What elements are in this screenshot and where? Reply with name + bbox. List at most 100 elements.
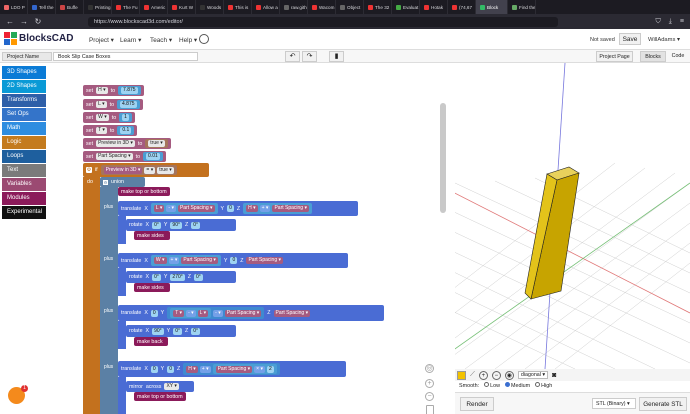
cond-val[interactable]: true ▾ [157,166,174,174]
browser-tab[interactable]: Printing [84,0,112,14]
variable-dropdown[interactable]: W ▾ [96,114,109,121]
toolbox-category[interactable]: Variables [2,178,46,191]
expr-w-plus[interactable]: W ▾ + ▾ Part Spacing ▾ [150,255,221,266]
menu-help[interactable]: Help ▾ [179,36,197,44]
browser-tab[interactable]: Find the [508,0,536,14]
browser-tab[interactable]: Buffe [56,0,84,14]
toolbox-category[interactable]: Loops [2,150,46,163]
translate-block-3[interactable]: translate X0 Y T ▾ - ▾ L ▾ - ▾ Part Spac… [118,305,384,321]
toolbox-category[interactable]: Math [2,122,46,135]
expr-h-ps-times[interactable]: H ▾ + ▾ Part Spacing ▾ × ▾ 2 [183,363,280,375]
color-swatch[interactable] [457,370,466,380]
trash-icon[interactable] [426,405,434,414]
set-variable-block[interactable]: set H ▾ to 7.875 [83,85,144,96]
project-name-input[interactable]: Book Slip Case Boxes [53,52,198,61]
zoom-out-viewer-button[interactable]: − [491,370,501,380]
menu-teach[interactable]: Teach ▾ [150,36,172,44]
translate-block-4[interactable]: translate X0 Y0 Z H ▾ + ▾ Part Spacing ▾… [118,361,346,377]
downloads-icon[interactable]: ⤓ [669,18,672,26]
browser-tab[interactable]: The 32 [364,0,392,14]
language-globe-icon[interactable] [199,34,209,44]
forward-button[interactable]: → [20,17,28,26]
menu-icon[interactable]: ≡ [680,18,684,26]
browser-tab[interactable]: (74,67 [448,0,476,14]
save-button[interactable]: Save [619,33,641,45]
set-variable-block[interactable]: set L ▾ to 4.875 [83,99,143,110]
browser-tab[interactable]: Kurt W [168,0,196,14]
expr-t-l-minus[interactable]: T ▾ - ▾ L ▾ - ▾ Part Spacing ▾ [167,307,265,319]
set-variable-block[interactable]: set T ▾ to 0.1 [83,125,138,136]
variable-dropdown[interactable]: L ▾ [96,101,107,108]
3d-viewer[interactable] [455,63,690,369]
make-top-call[interactable]: make top or bottom [118,187,170,196]
redo-button[interactable]: ↷ [302,51,317,62]
workspace-scrollbar[interactable] [440,103,446,213]
browser-tab[interactable]: This is [224,0,252,14]
cond-var[interactable]: Preview in 3D ▾ [103,166,143,174]
toolbox-category[interactable]: Text [2,164,46,177]
smooth-medium[interactable]: Medium [504,382,530,389]
translate-block-2[interactable]: translate X W ▾ + ▾ Part Spacing ▾ Y 0 Z… [118,253,348,268]
project-page-button[interactable]: Project Page [596,51,633,62]
zoom-in-button[interactable]: + [425,379,434,388]
toolbox-category[interactable]: Logic [2,136,46,149]
zoom-out-button[interactable]: − [425,392,434,401]
number-block[interactable]: 7.875 [118,86,141,95]
tab-code[interactable]: Code [668,51,688,62]
if-block[interactable]: ⚙ if Preview in 3D ▾ = ▾ true ▾ [83,163,209,177]
browser-tab[interactable]: Hotak [420,0,448,14]
browser-tab[interactable]: Allow a [252,0,280,14]
number-block[interactable]: 0.1 [117,126,135,135]
zoom-in-viewer-button[interactable]: + [478,370,488,380]
rotate-block-2[interactable]: rotate X 0° Y 270° Z 0° [126,271,236,283]
user-menu[interactable]: WillAdams ▾ [648,37,680,43]
bool-block[interactable]: true ▾ [145,139,168,148]
union-block[interactable]: ⚙ union [100,177,145,187]
toolbox-category[interactable]: Set Ops [2,108,46,121]
variable-dropdown[interactable]: Part Spacing ▾ [96,153,133,160]
translate-block-1[interactable]: translate X L ▾ - ▾ Part Spacing ▾ Y 0 Z… [118,201,358,216]
gear-icon[interactable]: ⚙ [86,167,92,173]
toolbox-category[interactable]: Modules [2,192,46,205]
number-block[interactable]: 4.875 [117,100,140,109]
shield-icon[interactable]: ⛉ [656,18,661,26]
make-sides-call-2[interactable]: make sides [134,283,170,292]
number-block[interactable]: 1 [119,113,132,122]
gear-icon[interactable]: ⚙ [103,179,108,185]
make-sides-call-1[interactable]: make sides [134,231,170,240]
browser-tab[interactable]: LDO P [0,0,28,14]
make-back-call[interactable]: make back [134,337,168,346]
address-bar[interactable]: https://www.blockscad3d.com/editor/ [88,16,558,27]
expr-h-plus[interactable]: H ▾ + ▾ Part Spacing ▾ [243,203,312,214]
reset-view-button[interactable]: ◉ [504,370,514,380]
rotate-block-1[interactable]: rotate X 0° Y 90° Z 0° [126,219,236,231]
browser-tab[interactable]: Woods [196,0,224,14]
camera-icon[interactable]: ◙ [552,372,556,379]
make-top-call-2[interactable]: make top or bottom [134,392,186,401]
toolbox-category[interactable]: 3D Shapes [2,66,46,79]
expr-minus[interactable]: L ▾ - ▾ Part Spacing ▾ [150,203,218,214]
cond-op[interactable]: = ▾ [144,166,156,174]
toolbox-category[interactable]: Transforms [2,94,46,107]
undo-button[interactable]: ↶ [285,51,300,62]
mirror-block[interactable]: mirror across XY ▾ [126,381,194,392]
variable-dropdown[interactable]: T ▾ [96,127,107,134]
browser-tab[interactable]: Tell the [28,0,56,14]
number-block[interactable]: 0.01 [143,152,163,161]
export-format-select[interactable]: STL (Binary) ▾ [592,398,636,409]
generate-stl-button[interactable]: Generate STL [639,397,687,411]
variable-dropdown[interactable]: Preview in 3D ▾ [96,140,135,147]
set-variable-block[interactable]: set Preview in 3D ▾ to true ▾ [83,138,171,149]
delete-button[interactable]: ▮ [329,51,344,62]
toolbox-category[interactable]: 2D Shapes [2,80,46,93]
ruler-icon[interactable]: ⟋ [470,371,475,379]
blockscad-logo[interactable]: BlocksCAD [4,32,73,45]
back-button[interactable]: ← [6,17,14,26]
tab-blocks[interactable]: Blocks [640,51,666,62]
toolbox-category[interactable]: Experimental [2,206,46,219]
browser-tab[interactable]: Block [476,0,508,14]
browser-tab[interactable]: Evaluat [392,0,420,14]
render-button[interactable]: Render [460,397,494,411]
compare-block[interactable]: Preview in 3D ▾ = ▾ true ▾ [100,165,177,175]
set-variable-block[interactable]: set W ▾ to 1 [83,112,135,123]
